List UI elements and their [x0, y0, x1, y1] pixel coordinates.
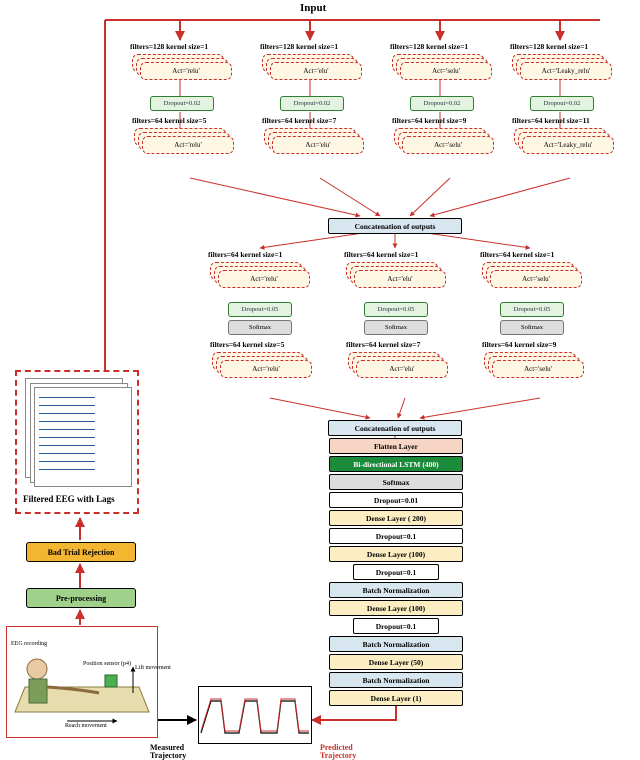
b1-drop: Dropout=0.02 [150, 96, 214, 111]
l2b2-h: filters=64 kernel size=1 [344, 250, 418, 259]
l2b1-drop: Dropout=0.05 [228, 302, 292, 317]
tail-1: Bi-directional LSTM (400) [329, 456, 463, 472]
tail-10: Dropout=0.1 [353, 618, 439, 634]
l2b1-soft: Softmax [228, 320, 292, 335]
tail-14: Dense Layer (1) [329, 690, 463, 706]
tail-5: Dropout=0.1 [329, 528, 463, 544]
tail-8: Batch Normalization [329, 582, 463, 598]
eeg-caption: Filtered EEG with Lags [23, 494, 115, 504]
l2b1-h: filters=64 kernel size=1 [208, 250, 282, 259]
concat2: Concatenation of outputs [328, 420, 462, 436]
tail-0: Flatten Layer [329, 438, 463, 454]
b1-h: filters=128 kernel size=1 [130, 42, 208, 51]
b2-drop: Dropout=0.02 [280, 96, 344, 111]
experiment-panel: EEG recording Position sensor (p4) Lift … [6, 626, 158, 738]
predicted-legend: Predicted Trajectory [320, 744, 380, 760]
bad-trial-box: Bad Trial Rejection [26, 542, 136, 562]
tail-6: Dense Layer (100) [329, 546, 463, 562]
preproc-box: Pre-processing [26, 588, 136, 608]
b3-h: filters=128 kernel size=1 [390, 42, 468, 51]
tail-3: Dropout=0.01 [329, 492, 463, 508]
tail-7: Dropout=0.1 [353, 564, 439, 580]
input-label: Input [300, 2, 326, 14]
trajectory-chart [198, 686, 312, 744]
b4-h: filters=128 kernel size=1 [510, 42, 588, 51]
tail-9: Dense Layer (100) [329, 600, 463, 616]
concat1: Concatenation of outputs [328, 218, 462, 234]
b1-h2: filters=64 kernel size=5 [132, 116, 206, 125]
tail-13: Batch Normalization [329, 672, 463, 688]
eeg-panel: Filtered EEG with Lags [15, 370, 139, 514]
measured-legend: Measured Trajectory [150, 744, 210, 760]
b2-h: filters=128 kernel size=1 [260, 42, 338, 51]
tail-11: Batch Normalization [329, 636, 463, 652]
tail-4: Dense Layer ( 200) [329, 510, 463, 526]
b3-drop: Dropout=0.02 [410, 96, 474, 111]
l2b3-h: filters=64 kernel size=1 [480, 250, 554, 259]
tail-12: Dense Layer (50) [329, 654, 463, 670]
tail-2: Softmax [329, 474, 463, 490]
b4-drop: Dropout=0.02 [530, 96, 594, 111]
